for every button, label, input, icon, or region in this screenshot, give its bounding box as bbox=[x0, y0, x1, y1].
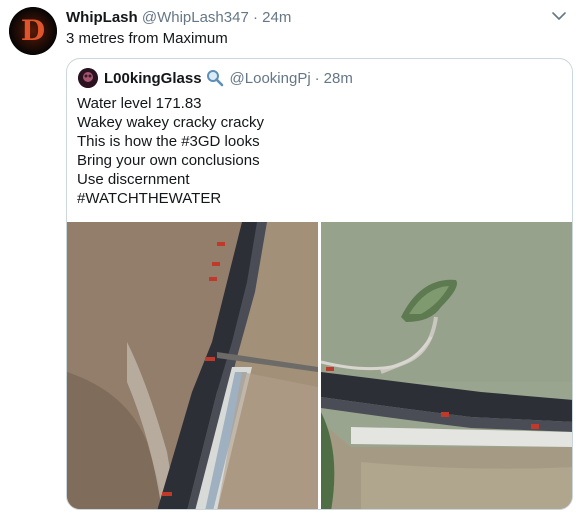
tweet-header: WhipLash @WhipLash347 · 24m bbox=[66, 9, 291, 29]
chevron-down-icon[interactable] bbox=[550, 7, 568, 25]
quoted-line[interactable]: This is how the #3GD looks bbox=[77, 132, 264, 151]
quoted-line[interactable]: #WATCHTHEWATER bbox=[77, 189, 264, 208]
quoted-line: Bring your own conclusions bbox=[77, 152, 260, 169]
quoted-tweet[interactable]: L00kingGlass @LookingPj · 28m Water leve… bbox=[66, 58, 573, 510]
quoted-line: Use discernment bbox=[77, 171, 190, 188]
avatar-logo-icon: D bbox=[9, 7, 57, 55]
quoted-separator-dot: · bbox=[314, 69, 320, 87]
separator-dot: · bbox=[252, 9, 258, 26]
quoted-author-name[interactable]: L00kingGlass bbox=[104, 70, 202, 87]
author-name[interactable]: WhipLash bbox=[66, 9, 138, 26]
quoted-timestamp[interactable]: 28m bbox=[324, 70, 353, 87]
dam-aerial-image bbox=[67, 222, 318, 509]
quoted-line: Water level 171.83 bbox=[77, 95, 202, 112]
quoted-text: Water level 171.83 Wakey wakey cracky cr… bbox=[77, 94, 264, 208]
tweet[interactable]: D WhipLash @WhipLash347 · 24m 3 metres f… bbox=[0, 0, 580, 516]
quoted-avatar[interactable] bbox=[78, 68, 98, 88]
dam-photo-right[interactable] bbox=[321, 222, 572, 509]
tweet-text: 3 metres from Maximum bbox=[66, 30, 228, 47]
author-handle[interactable]: @WhipLash347 bbox=[142, 9, 249, 26]
timestamp[interactable]: 24m bbox=[262, 9, 291, 26]
media-grid bbox=[67, 222, 572, 509]
dam-aerial-image bbox=[321, 222, 572, 509]
avatar-letter: D bbox=[21, 14, 45, 47]
magnifying-glass-icon bbox=[206, 70, 223, 87]
quoted-header: L00kingGlass @LookingPj · 28m bbox=[78, 68, 353, 88]
quoted-avatar-image bbox=[78, 68, 98, 88]
quoted-author-handle[interactable]: @LookingPj bbox=[230, 70, 311, 87]
quoted-line: Wakey wakey cracky cracky bbox=[77, 114, 264, 131]
dam-photo-left[interactable] bbox=[67, 222, 318, 509]
avatar[interactable]: D bbox=[9, 7, 57, 55]
